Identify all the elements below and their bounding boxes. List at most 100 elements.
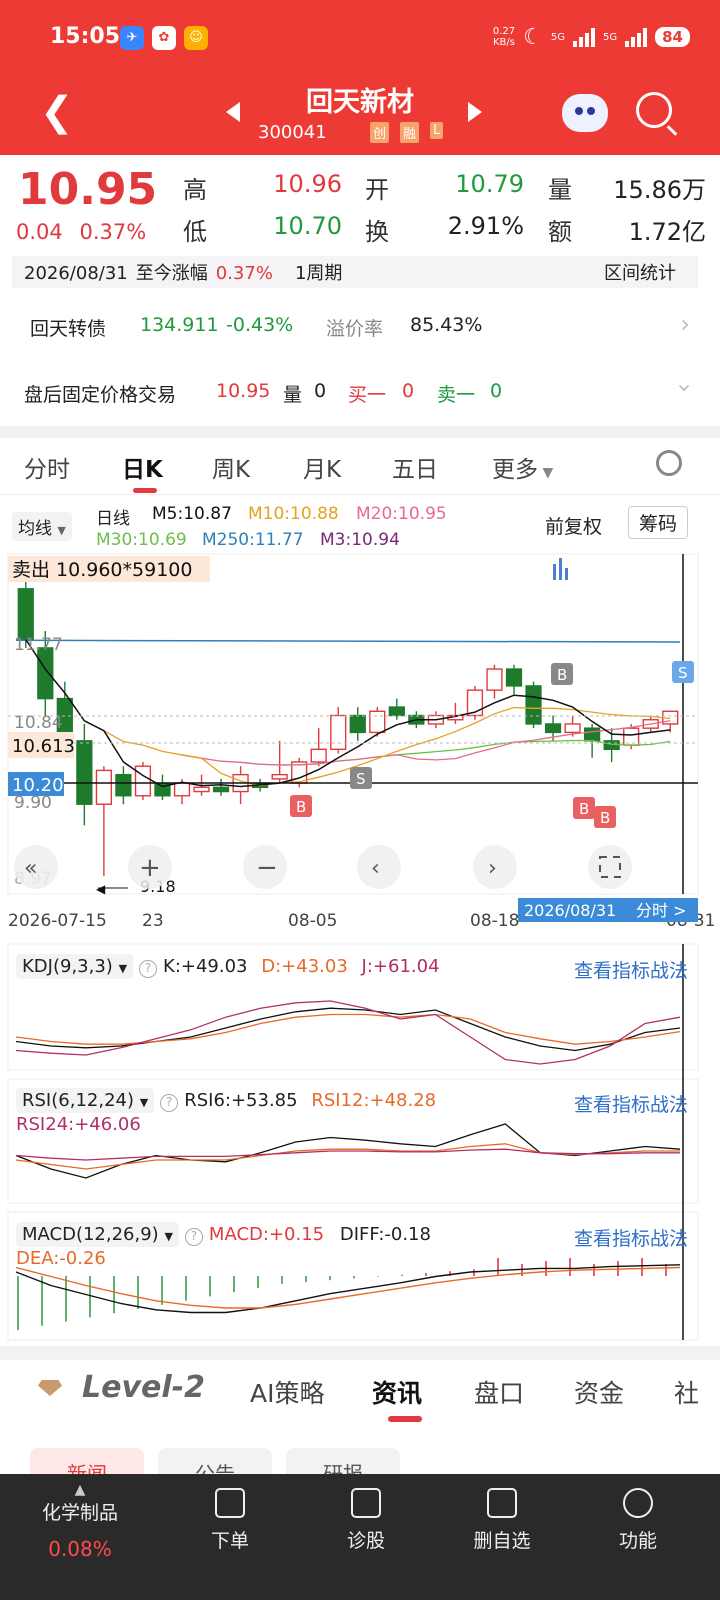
ai-robot-icon[interactable] xyxy=(562,94,608,132)
y-label-990: 9.90 xyxy=(14,793,52,813)
chevron-down-icon: › xyxy=(671,383,700,393)
open-label: 开 xyxy=(365,176,389,204)
next-stock-icon[interactable] xyxy=(468,102,482,122)
candle-body xyxy=(173,782,191,797)
price-change: 0.04 0.37% xyxy=(16,220,147,244)
rsi-header: RSI(6,12,24) ▼? RSI6:+53.85 RSI12:+48.28 xyxy=(16,1088,436,1113)
tab-day-k[interactable]: 日K xyxy=(122,450,163,484)
search-icon[interactable] xyxy=(636,92,672,128)
x-label-2: 08-05 xyxy=(288,911,337,931)
svg-text:−: − xyxy=(256,853,278,883)
tag-l2: L xyxy=(430,122,444,139)
amount-label: 额 xyxy=(548,218,572,246)
news-subtabs: 新闻 公告 研报 xyxy=(0,1440,720,1474)
candle-body xyxy=(115,773,132,797)
minute-link[interactable]: 分时 > xyxy=(636,901,687,920)
candle-body xyxy=(525,685,542,725)
active-tab-indicator xyxy=(133,488,157,493)
macd-strategy-link[interactable]: 查看指标战法 xyxy=(574,1224,688,1251)
help-icon[interactable]: ? xyxy=(160,1094,179,1112)
trade-marker-label: B xyxy=(579,800,589,818)
divider xyxy=(0,1346,720,1360)
status-bar: 15:05 ✈ ✿ ☺ 0.27 KB/s ☾ 5G 5G 84 xyxy=(0,0,720,78)
trade-marker-label: B xyxy=(296,798,306,816)
order-button[interactable]: 下单 xyxy=(170,1488,290,1553)
stock-code: 300041 xyxy=(258,122,327,143)
app-notification-icon: ✈ xyxy=(120,26,144,50)
settings-icon[interactable] xyxy=(656,450,682,476)
candle-body xyxy=(330,714,347,751)
amount-value: 1.72亿 xyxy=(628,218,706,246)
date-tip: 2026/08/31 xyxy=(524,901,616,920)
tag-rong: 融 xyxy=(400,122,420,143)
stock-name: 回天新材 xyxy=(306,87,414,118)
high-label: 高 xyxy=(183,176,207,204)
y-label-cross: 10.613 xyxy=(12,736,75,757)
moon-icon: ☾ xyxy=(523,24,543,50)
sector-button[interactable]: ▲ 化学制品 0.08% xyxy=(20,1482,140,1561)
kdj-selector[interactable]: KDJ(9,3,3) ▼ xyxy=(16,954,134,979)
rsi-selector[interactable]: RSI(6,12,24) ▼ xyxy=(16,1088,155,1113)
signal-icon xyxy=(573,27,595,47)
candle-body xyxy=(583,727,601,742)
candle-body xyxy=(486,668,503,691)
candle-body xyxy=(623,727,640,746)
active-tab-indicator xyxy=(388,1416,422,1422)
subtab-research[interactable]: 研报 xyxy=(286,1448,400,1474)
x-label-1: 2026-07-15 xyxy=(8,911,107,931)
document-icon xyxy=(215,1488,245,1518)
y-label-mid: 10.84 xyxy=(14,713,63,733)
range-stat-link[interactable]: 区间统计 xyxy=(604,259,676,285)
help-icon[interactable]: ? xyxy=(139,960,158,978)
candle-body xyxy=(544,723,562,734)
subtab-news[interactable]: 新闻 xyxy=(30,1448,144,1474)
candle-body xyxy=(134,765,152,797)
menu-circle-icon xyxy=(623,1488,653,1518)
tab-ai-strategy[interactable]: AI策略 xyxy=(250,1374,324,1410)
kdj-strategy-link[interactable]: 查看指标战法 xyxy=(574,956,688,983)
tab-community[interactable]: 社 xyxy=(674,1374,699,1410)
vol-value: 15.86万 xyxy=(613,176,706,204)
header: 15:05 ✈ ✿ ☺ 0.27 KB/s ☾ 5G 5G 84 ❮ 回天新材 3… xyxy=(0,0,720,155)
fullscreen-icon[interactable] xyxy=(588,845,632,889)
chevron-right-icon: › xyxy=(680,310,690,338)
tab-minute[interactable]: 分时 xyxy=(24,450,70,484)
help-icon[interactable]: ? xyxy=(184,1228,203,1246)
remove-watchlist-button[interactable]: 删自选 xyxy=(442,1488,562,1553)
tab-funds[interactable]: 资金 xyxy=(574,1374,624,1410)
tab-five-day[interactable]: 五日 xyxy=(392,450,438,484)
candle-body xyxy=(349,714,366,734)
functions-button[interactable]: 功能 xyxy=(578,1488,698,1553)
subtab-announcements[interactable]: 公告 xyxy=(158,1448,272,1474)
candle-body xyxy=(505,668,523,687)
tab-news[interactable]: 资讯 xyxy=(372,1374,422,1410)
tab-month-k[interactable]: 月K xyxy=(303,450,341,484)
clock: 15:05 xyxy=(50,24,121,49)
turnover-value: 2.91% xyxy=(447,212,524,240)
trade-marker-label: S xyxy=(356,770,366,788)
tab-week-k[interactable]: 周K xyxy=(212,450,250,484)
tab-level2[interactable]: Level-2 xyxy=(82,1370,205,1405)
dea-value: DEA:-0.26 xyxy=(16,1248,106,1269)
arrow-head-icon: ◀ xyxy=(96,882,106,896)
tab-more[interactable]: 更多 ▼ xyxy=(492,450,553,484)
candle-body xyxy=(76,740,93,805)
macd-selector[interactable]: MACD(12,26,9) ▼ xyxy=(16,1222,179,1247)
svg-text:›: › xyxy=(488,856,497,881)
candle-body xyxy=(17,588,34,641)
trade-marker-label: B xyxy=(557,666,567,684)
divider xyxy=(0,426,720,438)
diagnose-button[interactable]: 诊股 xyxy=(306,1488,426,1553)
tag-chuang: 创 xyxy=(370,122,390,143)
caret-down-icon: ▼ xyxy=(164,1230,173,1243)
kdj-header: KDJ(9,3,3) ▼? K:+49.03 D:+43.03 J:+61.04 xyxy=(16,954,440,979)
bottom-bar: ▲ 化学制品 0.08% 下单 诊股 删自选 功能 xyxy=(0,1474,720,1600)
tab-orderbook[interactable]: 盘口 xyxy=(474,1374,524,1410)
caret-down-icon: ▼ xyxy=(139,1096,149,1109)
kline-chart[interactable]: 卖出 10.960*59100 11.77 10.84 10.613 10.20… xyxy=(0,496,720,1346)
candle-body xyxy=(564,723,581,734)
candle-body xyxy=(388,706,405,717)
plus-box-icon xyxy=(351,1488,381,1518)
rsi-strategy-link[interactable]: 查看指标战法 xyxy=(574,1090,688,1117)
range-stat-row[interactable]: 2026/08/31 至今涨幅 0.37% 1周期 区间统计 xyxy=(12,256,698,288)
